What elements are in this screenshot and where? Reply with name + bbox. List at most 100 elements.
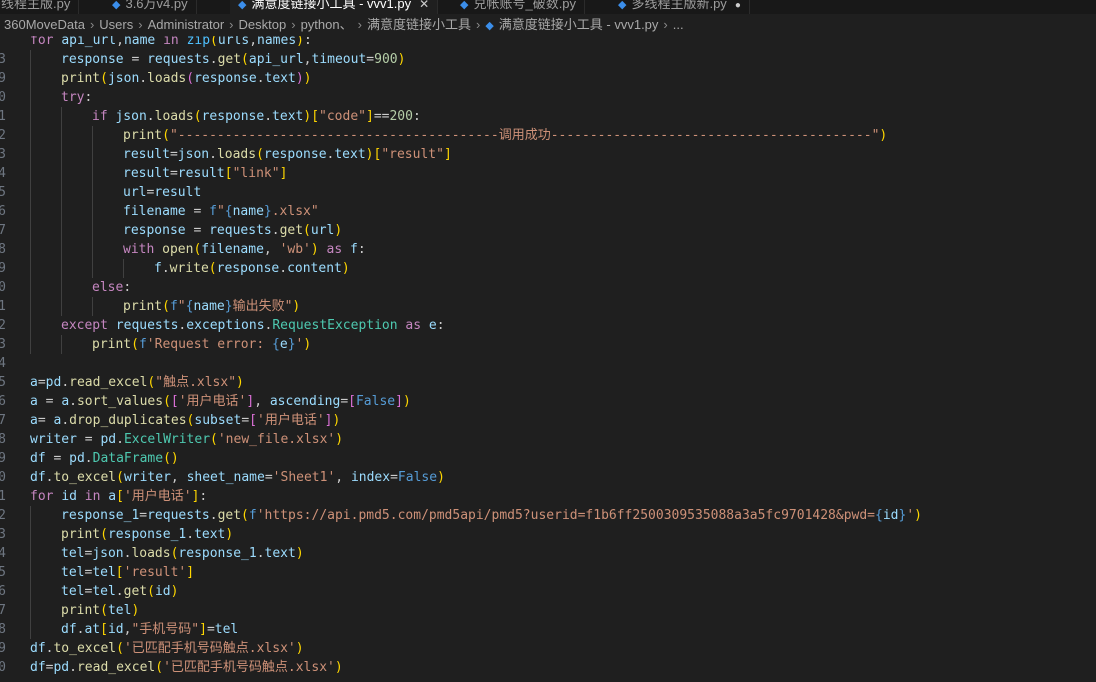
code-line[interactable]: 2 except requests.exceptions.RequestExcep…	[0, 316, 1096, 335]
code-line[interactable]: 4 result=result["link"]	[0, 164, 1096, 183]
code-token: '用户电话'	[257, 413, 325, 428]
code-token: )	[334, 660, 343, 675]
code-line[interactable]: 5 url=result	[0, 183, 1096, 202]
code-token: (	[155, 660, 164, 675]
code-token: (	[162, 128, 170, 143]
code-line[interactable]: 5 a=pd.read_excel("触点.xlsx")	[0, 373, 1096, 392]
code-text: tel=tel.get(id)	[61, 582, 178, 601]
code-line[interactable]: 3 response = requests.get(api_url,timeout…	[0, 50, 1096, 69]
code-line[interactable]: 8 writer = pd.ExcelWriter('new_file.xlsx'…	[0, 430, 1096, 449]
breadcrumb-item[interactable]: 满意度链接小工具	[367, 14, 471, 36]
code-text: print(response_1.text)	[61, 525, 233, 544]
code-token: as	[318, 242, 351, 257]
code-text: response = requests.get(url)	[123, 221, 342, 240]
code-line[interactable]: 5 tel=tel['result']	[0, 563, 1096, 582]
code-token: [	[311, 109, 320, 124]
code-line[interactable]: 9 df = pd.DataFrame()	[0, 449, 1096, 468]
code-token: text	[272, 109, 304, 124]
code-line[interactable]: 3 result=json.loads(response.text)["resul…	[0, 145, 1096, 164]
indent-guide	[30, 164, 31, 183]
code-token: loads	[131, 546, 171, 561]
breadcrumb-item[interactable]: ...	[673, 14, 684, 36]
code-line[interactable]: 1 print(f"{name}输出失败")	[0, 297, 1096, 316]
code-token: get	[217, 508, 242, 523]
tab-0[interactable]: 多线程主版.py	[0, 0, 80, 14]
tab-4[interactable]: ◆ 多线程主版新.py ●	[610, 0, 750, 14]
code-line[interactable]: 0 try:	[0, 88, 1096, 107]
code-token: tel	[214, 622, 239, 637]
indent-guide	[30, 620, 31, 639]
code-line[interactable]: 7 a= a.drop_duplicates(subset=['用户电话'])	[0, 411, 1096, 430]
breadcrumb-item[interactable]: Administrator	[148, 14, 225, 36]
breadcrumb-item[interactable]: python、	[301, 14, 353, 36]
line-number: 8	[0, 622, 6, 637]
python-file-icon: ◆	[112, 0, 121, 11]
breadcrumb-item[interactable]: 360MoveData	[4, 14, 85, 36]
code-line[interactable]: 0 df.to_excel(writer, sheet_name='Sheet1'…	[0, 468, 1096, 487]
code-token: )	[437, 470, 445, 485]
code-line[interactable]: 7 response = requests.get(url)	[0, 221, 1096, 240]
code-token: .	[69, 660, 77, 675]
code-token: get	[217, 52, 242, 67]
code-token: (	[163, 394, 171, 409]
code-token: as	[397, 318, 429, 333]
line-number: 3	[0, 527, 6, 542]
python-file-icon: ◆	[485, 20, 494, 32]
code-token: =	[366, 52, 375, 67]
code-token: (	[208, 261, 217, 276]
tab-1[interactable]: ◆ 3.6万v4.py	[104, 0, 197, 14]
unsaved-dot-icon[interactable]: ●	[735, 0, 741, 11]
code-token: )	[334, 223, 343, 238]
code-line[interactable]: 9 df.to_excel('已匹配手机号码触点.xlsx')	[0, 639, 1096, 658]
code-line[interactable]: 9 f.write(response.content)	[0, 259, 1096, 278]
code-line[interactable]: 9 print(json.loads(response.text))	[0, 69, 1096, 88]
close-icon[interactable]: ✕	[419, 0, 429, 11]
code-token: )	[296, 36, 304, 48]
tab-3[interactable]: ◆ 兑帐账号_破数.py	[452, 0, 586, 14]
code-line[interactable]: 1 for id in a['用户电话']:	[0, 487, 1096, 506]
code-editor[interactable]: for api_url,name in zip(urls,names): 3 res…	[0, 36, 1096, 682]
tab-2[interactable]: ◆ 满意度链接小工具 - vvv1.py ✕	[230, 0, 439, 14]
code-token: json	[92, 546, 124, 561]
code-line[interactable]: 3 print(f'Request error: {e}')	[0, 335, 1096, 354]
code-line[interactable]: 4	[0, 354, 1096, 373]
code-token: DataFrame	[92, 451, 164, 466]
code-line[interactable]: 6a = a.sort_values(['用户电话'], ascending=[…	[0, 392, 1096, 411]
code-line[interactable]: 2 response_1=requests.get(f'https://api.p…	[0, 506, 1096, 525]
code-line[interactable]: 4 tel=json.loads(response_1.text)	[0, 544, 1096, 563]
code-line[interactable]: 7 print(tel)	[0, 601, 1096, 620]
code-line[interactable]: 2 print("--------------------------------…	[0, 126, 1096, 145]
code-token: id	[107, 622, 124, 637]
indent-guide	[30, 506, 31, 525]
code-line[interactable]: for api_url,name in zip(urls,names):	[0, 36, 1096, 50]
code-token: =	[241, 413, 250, 428]
breadcrumb-item[interactable]: Desktop	[239, 14, 287, 36]
line-number: 0	[0, 280, 6, 295]
line-number: 6	[0, 394, 6, 409]
code-line[interactable]: 3 print(response_1.text)	[0, 525, 1096, 544]
breadcrumb-item[interactable]: Users	[99, 14, 133, 36]
code-token: read_excel	[76, 660, 156, 675]
indent-guide	[61, 126, 62, 145]
code-token: (	[303, 223, 311, 238]
code-token: text	[334, 147, 366, 162]
code-text: except requests.exceptions.RequestExcept…	[61, 316, 445, 335]
code-line[interactable]: 0 else:	[0, 278, 1096, 297]
editor-tab-bar: 多线程主版.py ◆ 3.6万v4.py ◆ 满意度链接小工具 - vvv1.py ✕…	[0, 0, 1096, 14]
tab-label: 满意度链接小工具 - vvv1.py	[251, 0, 412, 11]
line-number: 9	[0, 71, 6, 86]
chevron-right-icon: ›	[291, 17, 296, 32]
code-token: :	[303, 36, 312, 48]
code-token: f	[138, 337, 147, 352]
code-token: .	[271, 223, 280, 238]
code-line[interactable]: 6 filename = f"{name}.xlsx"	[0, 202, 1096, 221]
code-token: :	[123, 280, 132, 295]
code-line[interactable]: 8 with open(filename, 'wb') as f:	[0, 240, 1096, 259]
code-line[interactable]: 6 tel=tel.get(id)	[0, 582, 1096, 601]
code-token: 'Sheet1'	[272, 470, 336, 485]
breadcrumb-item[interactable]: 满意度链接小工具 - vvv1.py	[499, 14, 659, 36]
code-token: )	[879, 128, 888, 143]
code-line[interactable]: 8 df.at[id,"手机号码"]=tel	[0, 620, 1096, 639]
code-line[interactable]: 0 df=pd.read_excel('已匹配手机号码触点.xlsx')	[0, 658, 1096, 677]
code-line[interactable]: 1 if json.loads(response.text)["code"]==2…	[0, 107, 1096, 126]
